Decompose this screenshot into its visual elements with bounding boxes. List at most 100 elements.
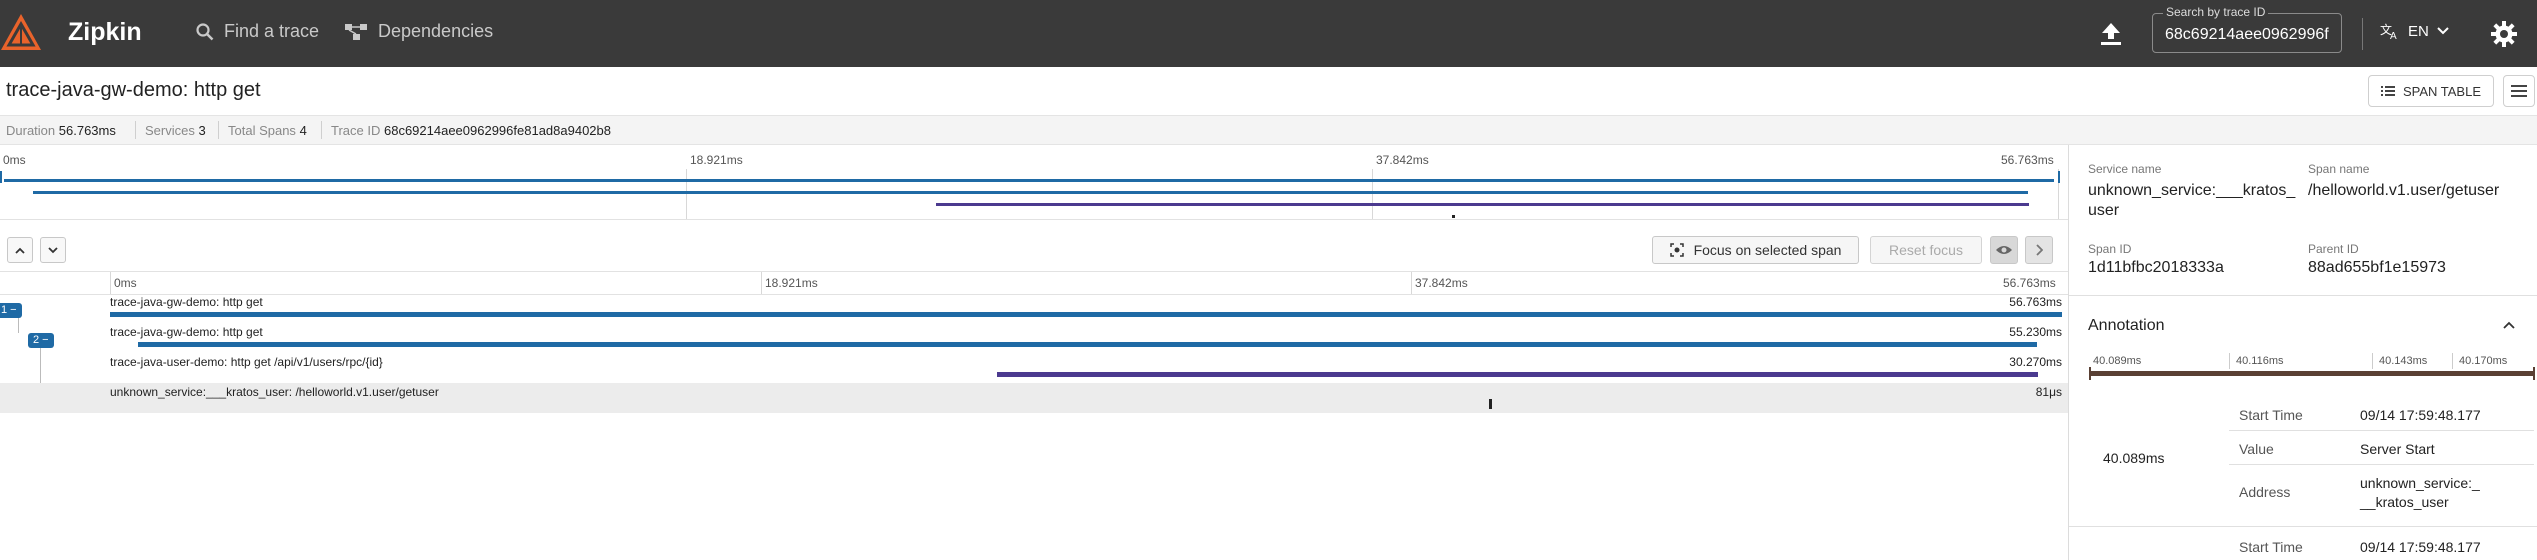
toggle-visibility-button[interactable] xyxy=(1990,236,2018,264)
timeline-pane: 0ms 18.921ms 37.842ms 56.763ms Focus on … xyxy=(0,145,2068,560)
minimap-bar xyxy=(4,179,2054,182)
minimap-handle-right[interactable] xyxy=(2058,171,2060,183)
minimap-handle-left[interactable] xyxy=(0,171,2,183)
summary-divider xyxy=(218,121,219,139)
span-name-label: Span name xyxy=(2308,162,2370,176)
annotation-row-divider xyxy=(2229,464,2534,465)
axis-gridline xyxy=(1411,272,1412,294)
collapse-all-button[interactable] xyxy=(7,237,33,263)
zipkin-logo-icon[interactable] xyxy=(0,12,42,54)
minimap-gridline xyxy=(686,169,687,219)
annotation-gridline xyxy=(2452,353,2453,369)
summary-trace-id: Trace ID 68c69214aee0962996fe81ad8a9402b… xyxy=(331,123,611,138)
span-table-button[interactable]: SPAN TABLE xyxy=(2368,75,2494,107)
span-row[interactable]: 1 − trace-java-gw-demo: http get 56.763m… xyxy=(0,293,2068,323)
axis-gridline xyxy=(761,272,762,294)
timeline-controls: Focus on selected span Reset focus xyxy=(0,231,2068,271)
expand-all-button[interactable] xyxy=(40,237,66,263)
annotation-bar-cap xyxy=(2089,367,2091,380)
reset-focus-label: Reset focus xyxy=(1889,242,1963,258)
axis-tick: 18.921ms xyxy=(765,276,818,290)
menu-icon xyxy=(2511,85,2527,97)
timeline-axis: 0ms 18.921ms 37.842ms 56.763ms xyxy=(0,271,2068,295)
dependencies-icon xyxy=(345,23,367,40)
summary-total-spans: Total Spans 4 xyxy=(228,123,307,138)
list-icon xyxy=(2380,86,2395,96)
nav-find-trace[interactable]: Find a trace xyxy=(196,21,319,42)
annotation-value: unknown_service:___kratos_user xyxy=(2360,475,2480,510)
span-id-value: 1d11bfbc2018333a xyxy=(2088,259,2224,276)
annotation-tick: 40.089ms xyxy=(2093,355,2142,367)
focus-selected-span-label: Focus on selected span xyxy=(1693,242,1842,258)
span-bar xyxy=(997,372,2039,377)
span-name: trace-java-gw-demo: http get xyxy=(110,325,263,339)
span-row[interactable]: 2 − trace-java-gw-demo: http get 55.230m… xyxy=(0,323,2068,353)
annotation-row-divider xyxy=(2069,526,2537,527)
service-name-value: unknown_service:___kratos_user xyxy=(2088,182,2296,219)
minimap-tick: 18.921ms xyxy=(690,153,743,167)
span-bar xyxy=(137,342,2037,347)
upload-icon[interactable] xyxy=(2098,21,2124,47)
annotation-tick: 40.143ms xyxy=(2379,355,2428,367)
annotation-bar-cap xyxy=(2533,367,2535,380)
nav-find-trace-label: Find a trace xyxy=(224,21,320,41)
nav-dependencies-label: Dependencies xyxy=(378,21,494,41)
parent-id-label: Parent ID xyxy=(2308,242,2359,256)
focus-icon xyxy=(1669,243,1684,257)
annotation-value: 09/14 17:59:48.177 xyxy=(2360,539,2481,555)
menu-button[interactable] xyxy=(2503,75,2535,107)
trace-id-search[interactable]: Search by trace ID xyxy=(2152,5,2342,53)
chevron-up-icon[interactable] xyxy=(2503,321,2515,329)
language-selector[interactable]: 文 A EN xyxy=(2380,22,2449,40)
axis-tick: 56.763ms xyxy=(2003,276,2056,290)
annotation-key: Address xyxy=(2239,484,2291,500)
brand-name[interactable]: Zipkin xyxy=(68,18,142,47)
language-label: EN xyxy=(2408,22,2429,40)
trace-summary: Duration 56.763ms Services 3 Total Spans… xyxy=(0,116,2537,145)
annotation-gridline xyxy=(2372,353,2373,369)
span-collapse-toggle[interactable]: 1 − xyxy=(0,303,22,318)
annotation-bar[interactable] xyxy=(2089,371,2535,376)
axis-tick: 0ms xyxy=(114,276,137,290)
chevron-down-icon xyxy=(48,246,58,253)
open-detail-button[interactable] xyxy=(2025,236,2053,264)
annotation-key: Value xyxy=(2239,441,2274,457)
topbar-divider xyxy=(2362,18,2363,50)
detail-divider xyxy=(2069,295,2537,296)
reset-focus-button[interactable]: Reset focus xyxy=(1870,236,1982,264)
minimap-tick: 0ms xyxy=(3,153,26,167)
span-duration: 56.763ms xyxy=(2009,295,2062,309)
span-row-selected[interactable]: unknown_service:___kratos_user: /hellowo… xyxy=(0,383,2068,413)
minimap-bar xyxy=(32,191,2028,194)
axis-tick: 37.842ms xyxy=(1415,276,1468,290)
trace-minimap[interactable]: 0ms 18.921ms 37.842ms 56.763ms xyxy=(0,145,2068,220)
summary-divider xyxy=(321,121,322,139)
search-icon xyxy=(196,22,214,40)
minimap-bar xyxy=(935,203,2029,206)
chevron-up-icon xyxy=(15,247,25,254)
span-duration: 55.230ms xyxy=(2009,325,2062,339)
annotation-tick: 40.170ms xyxy=(2459,355,2508,367)
annotation-time: 40.089ms xyxy=(2103,450,2165,466)
span-name: trace-java-user-demo: http get /api/v1/u… xyxy=(110,355,383,369)
span-detail-panel: Service name unknown_service:___kratos_u… xyxy=(2068,145,2537,560)
chevron-right-icon xyxy=(2036,244,2043,256)
trace-id-search-legend: Search by trace ID xyxy=(2163,5,2269,19)
span-collapse-toggle[interactable]: 2 − xyxy=(28,333,54,348)
span-table-label: SPAN TABLE xyxy=(2402,83,2482,99)
span-name-value: /helloworld.v1.user/getuser xyxy=(2308,182,2500,199)
annotation-key: Start Time xyxy=(2239,407,2303,423)
annotation-key: Start Time xyxy=(2239,539,2303,555)
focus-selected-span-button[interactable]: Focus on selected span xyxy=(1652,236,1859,264)
minimap-gridline xyxy=(1372,169,1373,219)
span-bar xyxy=(1488,399,1492,409)
trace-id-search-input[interactable] xyxy=(2163,24,2339,46)
nav-dependencies[interactable]: Dependencies xyxy=(344,21,493,42)
minimap-tick: 37.842ms xyxy=(1376,153,1429,167)
span-row[interactable]: trace-java-user-demo: http get /api/v1/u… xyxy=(0,353,2068,383)
span-id-label: Span ID xyxy=(2088,242,2132,256)
settings-gear-icon[interactable] xyxy=(2490,20,2518,48)
annotation-gridline xyxy=(2229,353,2230,369)
annotation-value: 09/14 17:59:48.177 xyxy=(2360,407,2481,423)
span-name: unknown_service:___kratos_user: /hellowo… xyxy=(110,385,439,399)
